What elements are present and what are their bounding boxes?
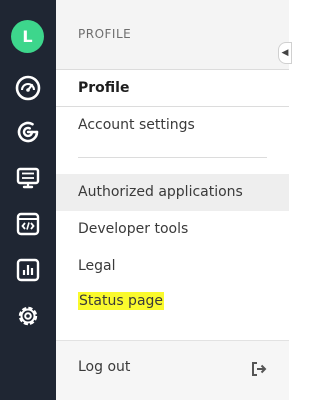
panel-header: PROFILE ◀ — [56, 0, 292, 70]
panel-title: PROFILE — [78, 27, 132, 41]
menu-item-label: Status page — [78, 292, 165, 310]
logout-icon[interactable] — [250, 360, 268, 378]
menu-item-label: Developer tools — [78, 221, 189, 237]
menu-item-label: Account settings — [78, 117, 195, 133]
avatar[interactable]: L — [11, 20, 44, 53]
menu-item-profile[interactable]: Profile — [56, 70, 289, 107]
icon-sidebar: L — [0, 0, 56, 400]
menu-item-account-settings[interactable]: Account settings — [56, 107, 289, 144]
menu-item-label: Legal — [78, 258, 116, 274]
collapse-arrow-icon[interactable]: ◀ — [278, 42, 292, 64]
menu-item-authorized-applications[interactable]: Authorized applications — [56, 174, 289, 211]
code-icon[interactable] — [13, 209, 43, 239]
menu-item-label: Profile — [78, 80, 130, 96]
profile-panel: PROFILE ◀ Profile Account settings Autho… — [56, 0, 292, 400]
dashboard-icon[interactable] — [13, 73, 43, 103]
settings-icon[interactable] — [13, 301, 43, 331]
reports-icon[interactable] — [13, 255, 43, 285]
menu-item-label: Authorized applications — [78, 184, 243, 200]
monitor-icon[interactable] — [13, 163, 43, 193]
menu-item-legal[interactable]: Legal — [56, 248, 289, 285]
menu-divider — [78, 157, 267, 158]
analytics-icon[interactable] — [13, 117, 43, 147]
menu-item-developer-tools[interactable]: Developer tools — [56, 211, 289, 248]
menu-item-status-page[interactable]: Status page — [56, 283, 289, 320]
logout-row[interactable]: Log out — [56, 340, 289, 400]
logout-label: Log out — [78, 359, 131, 375]
